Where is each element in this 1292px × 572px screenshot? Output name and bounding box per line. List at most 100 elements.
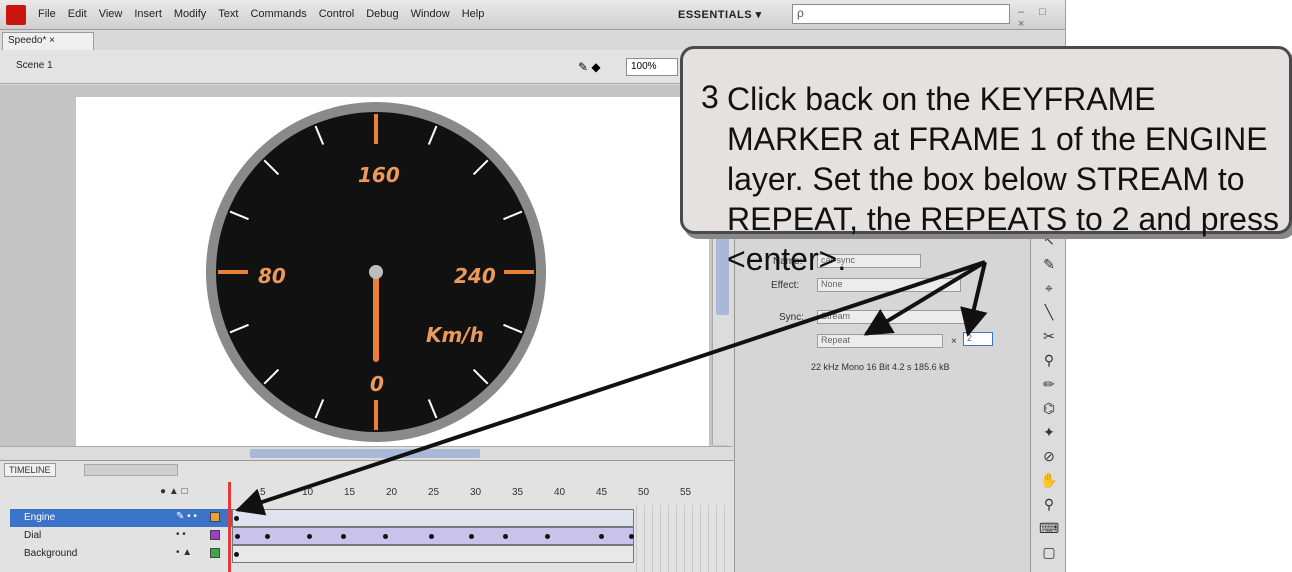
timeline-tab[interactable]: TIMELINE — [4, 463, 56, 477]
stage[interactable]: 160 80 240 0 Km/h — [76, 97, 709, 450]
layer-name: Engine — [24, 512, 56, 523]
tool-icon[interactable]: ⊘ — [1039, 446, 1059, 466]
menu-view[interactable]: View — [99, 8, 123, 20]
frame-number: 35 — [512, 487, 524, 498]
layer-color-swatch[interactable] — [210, 530, 220, 540]
layer-header-icons[interactable]: ● ▲ □ — [160, 486, 188, 497]
tool-icon[interactable]: ⌖ — [1039, 278, 1059, 298]
help-search-input[interactable]: ρ — [792, 4, 1010, 24]
keyframe-marker[interactable] — [429, 534, 434, 539]
gauge-label-80: 80 — [258, 264, 286, 288]
scene-label[interactable]: Scene 1 — [16, 60, 53, 71]
zoom-select[interactable]: 100% — [626, 58, 678, 76]
gauge-unit-label: Km/h — [426, 323, 484, 347]
frame-number: 50 — [638, 487, 650, 498]
menu-window[interactable]: Window — [411, 8, 450, 20]
layer-name: Dial — [24, 530, 42, 541]
menu-modify[interactable]: Modify — [174, 8, 206, 20]
background-frames[interactable] — [232, 545, 634, 563]
menu-text[interactable]: Text — [218, 8, 238, 20]
gauge-label-0: 0 — [370, 372, 384, 396]
layer-row-background[interactable]: Background • ▲ — [10, 545, 232, 563]
window-controls[interactable]: – □ × — [1018, 6, 1065, 30]
keyframe-marker[interactable] — [265, 534, 270, 539]
search-icon: ρ — [797, 6, 804, 20]
edit-symbols-icon[interactable]: ✎ ◆ — [578, 60, 601, 74]
sound-info: 22 kHz Mono 16 Bit 4.2 s 185.6 kB — [811, 362, 950, 372]
keyframe-marker[interactable] — [503, 534, 508, 539]
menu-bar: File Edit View Insert Modify Text Commands Cont… — [0, 0, 1065, 30]
repeat-count-field[interactable]: 2 — [963, 332, 993, 346]
keyframe-marker[interactable] — [341, 534, 346, 539]
scene-bar: Scene 1 ✎ ◆ 100% — [0, 50, 734, 84]
frame-number: 10 — [302, 487, 314, 498]
menu-file[interactable]: File — [38, 8, 56, 20]
sync-select[interactable]: Stream — [817, 310, 979, 324]
frame-number: 45 — [596, 487, 608, 498]
menu-control[interactable]: Control — [319, 8, 354, 20]
layer-visibility-dots[interactable]: • • — [176, 529, 186, 540]
tool-icon[interactable]: ╲ — [1039, 302, 1059, 322]
tool-icon[interactable]: ✦ — [1039, 422, 1059, 442]
timeline-panel: TIMELINE ● ▲ □ 5 10 15 20 25 30 35 40 45 50 55 Eng… — [0, 460, 734, 572]
stage-horizontal-scrollbar[interactable] — [0, 446, 732, 460]
speedometer-graphic[interactable]: 160 80 240 0 Km/h — [76, 97, 709, 450]
menu-insert[interactable]: Insert — [134, 8, 162, 20]
keyframe-marker[interactable] — [307, 534, 312, 539]
gauge-label-240: 240 — [454, 264, 496, 288]
layer-visibility-dots[interactable]: • ▲ — [176, 547, 192, 558]
keyframe-marker[interactable] — [383, 534, 388, 539]
frame-number: 15 — [344, 487, 356, 498]
frame-number: 40 — [554, 487, 566, 498]
keyframe-marker[interactable] — [599, 534, 604, 539]
menu-list: File Edit View Insert Modify Text Commands Cont… — [38, 8, 484, 20]
tool-icon[interactable]: ⌬ — [1039, 398, 1059, 418]
tool-icon[interactable]: ⚲ — [1039, 350, 1059, 370]
motion-editor-tab[interactable] — [84, 464, 178, 476]
instruction-callout: 3 Click back on the KEYFRAME MARKER at F… — [680, 46, 1292, 277]
menu-help[interactable]: Help — [462, 8, 485, 20]
keyframe-marker[interactable] — [629, 534, 634, 539]
effect-label: Effect: — [771, 280, 800, 291]
effect-select[interactable]: None — [817, 278, 961, 292]
keyframe-marker[interactable] — [234, 552, 239, 557]
frame-number: 5 — [260, 487, 266, 498]
layer-color-swatch[interactable] — [210, 512, 220, 522]
tool-icon[interactable]: ✏ — [1039, 374, 1059, 394]
gauge-hub — [369, 265, 383, 279]
callout-step-number: 3 — [701, 79, 719, 115]
playhead[interactable] — [228, 482, 231, 572]
frame-number: 30 — [470, 487, 482, 498]
menu-edit[interactable]: Edit — [68, 8, 87, 20]
callout-box: 3 Click back on the KEYFRAME MARKER at F… — [680, 46, 1292, 277]
menu-commands[interactable]: Commands — [250, 8, 306, 20]
tool-icon[interactable]: ▢ — [1039, 542, 1059, 562]
tool-icon[interactable]: ✂ — [1039, 326, 1059, 346]
stage-area: 160 80 240 0 Km/h — [0, 85, 728, 450]
menu-debug[interactable]: Debug — [366, 8, 398, 20]
layer-visibility-dots[interactable]: ✎ • • — [176, 511, 197, 522]
layer-color-swatch[interactable] — [210, 548, 220, 558]
frame-ruler[interactable]: 5 10 15 20 25 30 35 40 45 50 55 — [232, 487, 732, 503]
empty-frame-grid[interactable] — [636, 505, 732, 572]
keyframe-marker[interactable] — [545, 534, 550, 539]
workspace-switcher[interactable]: ESSENTIALS ▾ — [678, 8, 762, 21]
engine-frames[interactable] — [232, 509, 634, 527]
document-tab[interactable]: Speedo* × — [2, 32, 94, 50]
gauge-label-160: 160 — [358, 163, 400, 187]
app-logo-icon — [6, 5, 26, 25]
keyframe-marker[interactable] — [469, 534, 474, 539]
frame-number: 25 — [428, 487, 440, 498]
keyframe-marker[interactable] — [234, 516, 239, 521]
dial-frames[interactable] — [232, 527, 634, 545]
keyframe-marker[interactable] — [235, 534, 240, 539]
repeat-select[interactable]: Repeat — [817, 334, 943, 348]
layer-name: Background — [24, 548, 78, 559]
layer-row-dial[interactable]: Dial • • — [10, 527, 232, 545]
frame-number: 55 — [680, 487, 692, 498]
times-symbol: × — [951, 336, 957, 347]
tool-icon[interactable]: ⌨ — [1039, 518, 1059, 538]
tool-icon[interactable]: ⚲ — [1039, 494, 1059, 514]
tool-icon[interactable]: ✋ — [1039, 470, 1059, 490]
layer-row-engine[interactable]: Engine ✎ • • — [10, 509, 232, 527]
